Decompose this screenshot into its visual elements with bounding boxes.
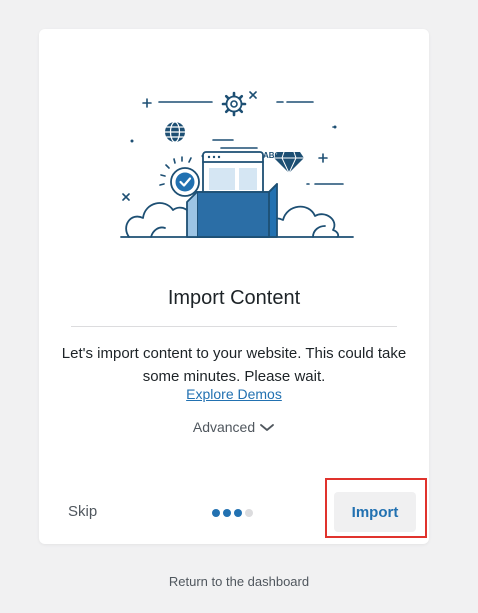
- explore-demos-row: Explore Demos: [39, 386, 429, 402]
- chevron-down-icon: [259, 420, 275, 436]
- advanced-label: Advanced: [192, 419, 256, 435]
- checkmark-badge-icon: [159, 156, 200, 197]
- import-button-highlight: [325, 478, 427, 538]
- progress-dot: [234, 509, 242, 517]
- browser-window-icon: [202, 151, 264, 197]
- advanced-toggle[interactable]: Advanced: [39, 419, 429, 436]
- return-to-dashboard-link[interactable]: Return to the dashboard: [0, 574, 478, 589]
- progress-dots: [212, 509, 253, 517]
- progress-dot: [223, 509, 231, 517]
- divider: [71, 326, 397, 327]
- box-icon: [186, 183, 278, 238]
- description-text: Let's import content to your website. Th…: [61, 345, 407, 385]
- import-card: ABC Import Content Let's import content …: [39, 29, 429, 544]
- progress-dot: [245, 509, 253, 517]
- import-content-illustration: ABC: [120, 91, 354, 238]
- skip-button[interactable]: Skip: [68, 503, 97, 520]
- diamond-icon: [273, 151, 305, 174]
- explore-demos-link[interactable]: Explore Demos: [186, 386, 282, 402]
- gear-icon: [221, 91, 247, 117]
- globe-icon: [164, 121, 186, 143]
- progress-dot: [212, 509, 220, 517]
- page-title: Import Content: [167, 287, 301, 309]
